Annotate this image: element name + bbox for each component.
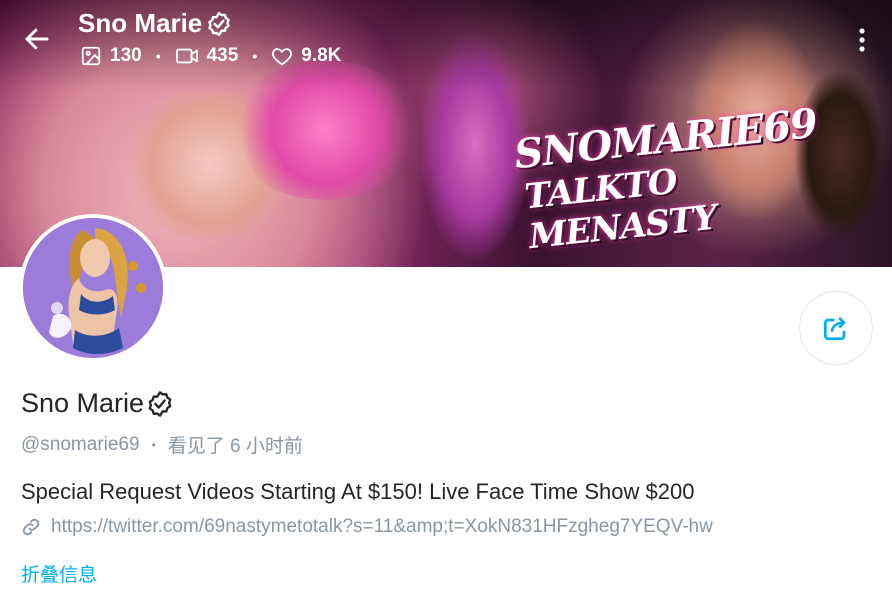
avatar-illustration-icon [23,218,163,358]
stat-separator: • [155,48,161,64]
profile-name-text: Sno Marie [21,388,145,418]
video-icon [175,48,198,64]
avatar-image [23,218,163,358]
header-title: Sno Marie [78,8,232,39]
back-button[interactable] [22,24,52,54]
header-title-text: Sno Marie [78,8,203,38]
stat-separator: • [252,48,258,64]
stat-likes[interactable]: 9.8K [271,45,341,67]
profile-bio: Special Request Videos Starting At $150!… [21,479,695,504]
banner-logo: SNOMARIE69 TALKTO MENASTY [512,100,819,257]
profile-handle: @snomarie69 [21,433,140,455]
more-vertical-icon [859,28,865,52]
link-icon [22,518,40,536]
profile-name: Sno Marie [21,388,174,419]
verified-badge-icon [148,390,172,417]
stat-likes-count: 9.8K [301,45,342,66]
arrow-left-icon [25,28,49,50]
header-stats: 130 • 435 • 9.8K [80,45,341,67]
heart-icon [272,48,293,66]
last-seen-status: 看见了 6 小时前 [167,436,303,457]
profile-link-text[interactable]: https://twitter.com/69nastymetotalk?s=11… [51,516,713,538]
profile-link[interactable]: https://twitter.com/69nastymetotalk?s=11… [21,516,713,538]
image-icon [81,46,101,66]
stat-photos[interactable]: 130 [80,45,142,67]
banner-photo-figure [795,70,885,240]
avatar[interactable] [19,214,167,362]
share-button[interactable] [799,291,873,365]
stat-videos[interactable]: 435 [175,45,239,67]
stat-photos-count: 130 [110,45,142,66]
more-options-button[interactable] [852,26,872,54]
share-icon [824,317,846,340]
meta-separator: • [151,437,156,452]
collapse-info-link[interactable]: 折叠信息 [21,560,97,587]
stat-videos-count: 435 [206,45,239,66]
verified-badge-icon [208,11,230,36]
profile-meta: @snomarie69 • 看见了 6 小时前 [21,431,303,458]
